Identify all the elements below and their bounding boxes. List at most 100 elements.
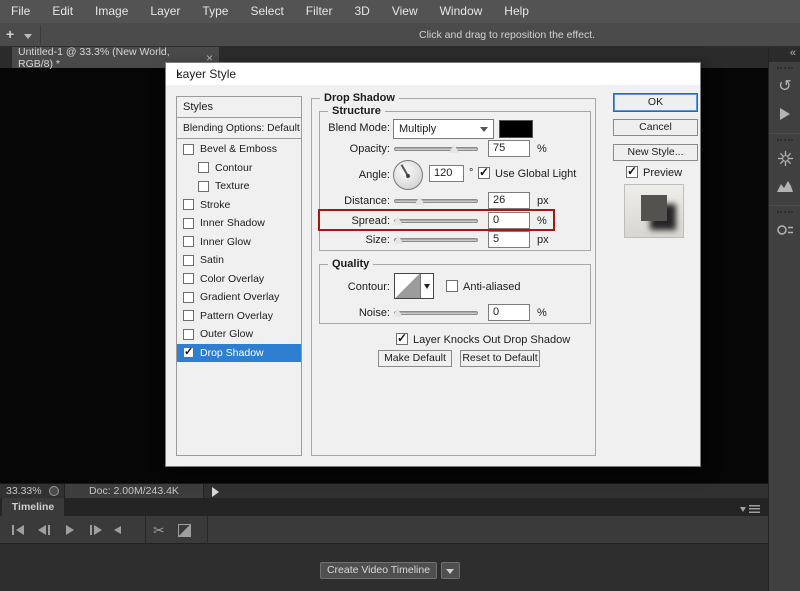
make-default-button[interactable]: Make Default bbox=[378, 350, 452, 367]
angle-field[interactable]: 120 bbox=[429, 165, 464, 182]
next-frame-button[interactable] bbox=[90, 516, 102, 544]
knockout-checkbox[interactable] bbox=[396, 333, 408, 345]
size-field[interactable]: 5 bbox=[488, 231, 530, 248]
cancel-button[interactable]: Cancel bbox=[613, 119, 698, 136]
style-checkbox[interactable] bbox=[183, 347, 194, 358]
panel-menu-icon[interactable] bbox=[740, 503, 760, 515]
play-triangle-icon bbox=[780, 108, 790, 120]
style-item-satin[interactable]: Satin bbox=[177, 251, 301, 270]
dialog-title-bar[interactable]: Layer Style × bbox=[166, 63, 700, 85]
style-item-inner-shadow[interactable]: Inner Shadow bbox=[177, 214, 301, 233]
use-global-light-label: Use Global Light bbox=[495, 168, 576, 180]
style-checkbox[interactable] bbox=[183, 199, 194, 210]
style-checkbox[interactable] bbox=[198, 162, 209, 173]
dock-group-1: ↺ bbox=[769, 62, 800, 133]
size-slider[interactable] bbox=[394, 238, 478, 242]
menu-layer[interactable]: Layer bbox=[139, 0, 191, 23]
menu-type[interactable]: Type bbox=[191, 0, 239, 23]
menu-file[interactable]: File bbox=[0, 0, 41, 23]
drag-handle-icon[interactable] bbox=[777, 67, 793, 69]
panel-dock: « ↺ bbox=[768, 47, 800, 591]
tool-preset-caret-icon[interactable] bbox=[24, 34, 32, 43]
menu-select[interactable]: Select bbox=[239, 0, 294, 23]
dialog-close-icon[interactable]: × bbox=[176, 67, 688, 81]
shadow-color-swatch[interactable] bbox=[499, 120, 533, 138]
adjustments-icon[interactable] bbox=[769, 144, 800, 172]
menu-image[interactable]: Image bbox=[84, 0, 139, 23]
new-style-button[interactable]: New Style... bbox=[613, 144, 698, 161]
zoom-level-field[interactable]: 33.33% bbox=[6, 485, 42, 497]
menu-3d[interactable]: 3D bbox=[343, 0, 380, 23]
style-checkbox[interactable] bbox=[183, 236, 194, 247]
style-item-bevel-emboss[interactable]: Bevel & Emboss bbox=[177, 140, 301, 159]
blend-mode-select[interactable]: Multiply bbox=[393, 119, 494, 139]
menu-edit[interactable]: Edit bbox=[41, 0, 84, 23]
noise-unit: % bbox=[537, 307, 547, 319]
style-item-texture[interactable]: Texture bbox=[177, 177, 301, 196]
histogram-icon[interactable] bbox=[769, 172, 800, 200]
style-item-label: Gradient Overlay bbox=[200, 291, 279, 303]
first-frame-button[interactable] bbox=[12, 516, 24, 544]
previous-frame-button[interactable] bbox=[38, 516, 50, 544]
style-checkbox[interactable] bbox=[183, 310, 194, 321]
timeline-controls: ✂ bbox=[0, 516, 768, 544]
angle-dial[interactable] bbox=[393, 160, 423, 190]
style-checkbox[interactable] bbox=[183, 273, 194, 284]
noise-field[interactable]: 0 bbox=[488, 304, 530, 321]
transition-button[interactable] bbox=[178, 516, 191, 544]
style-item-pattern-overlay[interactable]: Pattern Overlay bbox=[177, 307, 301, 326]
menu-help[interactable]: Help bbox=[493, 0, 540, 23]
history-icon[interactable]: ↺ bbox=[769, 72, 800, 100]
create-timeline-dropdown-button[interactable] bbox=[441, 562, 460, 579]
contour-dropdown-icon[interactable] bbox=[421, 274, 433, 298]
menu-window[interactable]: Window bbox=[429, 0, 494, 23]
menu-view[interactable]: View bbox=[381, 0, 429, 23]
style-item-color-overlay[interactable]: Color Overlay bbox=[177, 270, 301, 289]
style-checkbox[interactable] bbox=[198, 181, 209, 192]
opacity-slider[interactable] bbox=[394, 147, 478, 151]
timeline-body: Create Video Timeline bbox=[0, 544, 768, 591]
create-video-timeline-button[interactable]: Create Video Timeline bbox=[320, 562, 437, 579]
clone-source-icon[interactable] bbox=[769, 216, 800, 244]
distance-slider[interactable] bbox=[394, 199, 478, 203]
anti-aliased-checkbox[interactable] bbox=[446, 280, 458, 292]
style-item-inner-glow[interactable]: Inner Glow bbox=[177, 233, 301, 252]
drag-handle-icon[interactable] bbox=[777, 211, 793, 213]
menu-filter[interactable]: Filter bbox=[295, 0, 344, 23]
style-checkbox[interactable] bbox=[183, 218, 194, 229]
move-tool-icon[interactable]: + bbox=[6, 26, 14, 42]
layer-style-dialog: Layer Style × Styles Blending Options: D… bbox=[165, 62, 701, 467]
blending-options-row[interactable]: Blending Options: Default bbox=[177, 118, 301, 139]
style-item-label: Inner Shadow bbox=[200, 217, 265, 229]
status-flyout-icon[interactable] bbox=[212, 487, 224, 497]
actions-icon[interactable] bbox=[769, 100, 800, 128]
options-bar: + Click and drag to reposition the effec… bbox=[0, 23, 800, 47]
opacity-field[interactable]: 75 bbox=[488, 140, 530, 157]
style-item-stroke[interactable]: Stroke bbox=[177, 196, 301, 215]
style-item-drop-shadow[interactable]: Drop Shadow bbox=[177, 344, 301, 363]
collapse-dock-icon[interactable]: « bbox=[790, 47, 796, 59]
size-unit: px bbox=[537, 234, 549, 246]
contour-picker[interactable] bbox=[394, 273, 434, 299]
preview-checkbox[interactable] bbox=[626, 166, 638, 178]
noise-slider[interactable] bbox=[394, 311, 478, 315]
play-button[interactable] bbox=[66, 516, 74, 544]
distance-field[interactable]: 26 bbox=[488, 192, 530, 209]
timeline-tab[interactable]: Timeline bbox=[2, 498, 64, 516]
style-checkbox[interactable] bbox=[183, 255, 194, 266]
noise-label: Noise: bbox=[300, 307, 390, 319]
ok-button[interactable]: OK bbox=[613, 93, 698, 112]
style-item-gradient-overlay[interactable]: Gradient Overlay bbox=[177, 288, 301, 307]
use-global-light-checkbox[interactable] bbox=[478, 167, 490, 179]
style-checkbox[interactable] bbox=[183, 144, 194, 155]
opacity-label: Opacity: bbox=[300, 143, 390, 155]
style-item-outer-glow[interactable]: Outer Glow bbox=[177, 325, 301, 344]
split-at-playhead-button[interactable]: ✂ bbox=[153, 516, 165, 544]
reset-to-default-button[interactable]: Reset to Default bbox=[460, 350, 540, 367]
style-checkbox[interactable] bbox=[183, 292, 194, 303]
drag-handle-icon[interactable] bbox=[777, 139, 793, 141]
style-checkbox[interactable] bbox=[183, 329, 194, 340]
audio-toggle-button[interactable] bbox=[114, 516, 121, 544]
dock-group-3 bbox=[769, 206, 800, 249]
style-item-contour[interactable]: Contour bbox=[177, 159, 301, 178]
